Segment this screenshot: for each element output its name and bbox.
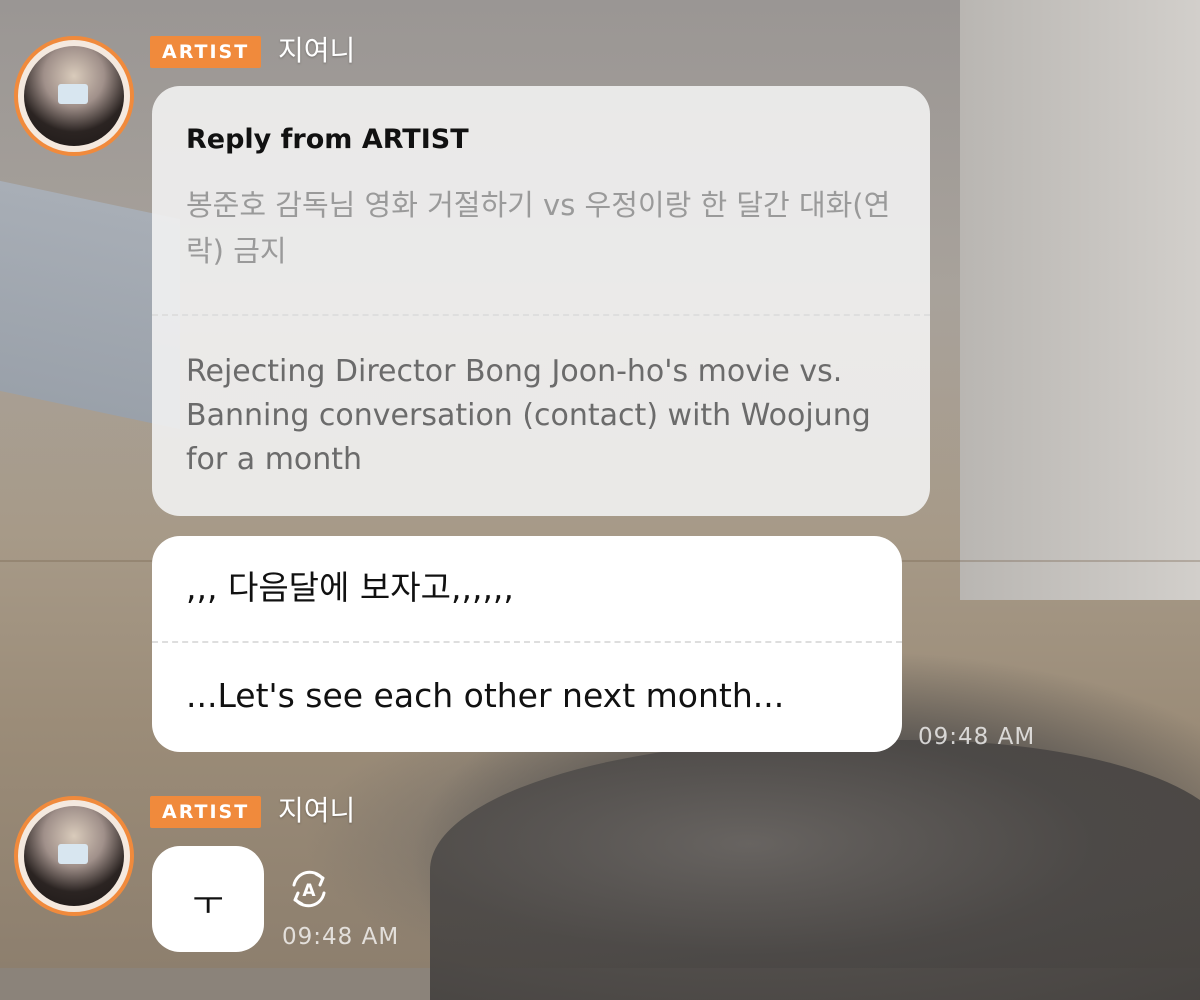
reply-title: Reply from ARTIST — [186, 124, 469, 155]
message-bubble[interactable]: ㅜ — [152, 846, 264, 952]
artist-badge: ARTIST — [150, 36, 262, 68]
message-timestamp: 09:48 AM — [918, 724, 1036, 750]
avatar[interactable] — [14, 796, 134, 916]
artist-name: 지여니 — [278, 794, 356, 827]
translate-icon[interactable]: A — [286, 866, 332, 912]
reply-bubble[interactable]: Reply from ARTIST 봉준호 감독님 영화 거절하기 vs 우정이… — [152, 86, 930, 516]
reply-translation-text: Rejecting Director Bong Joon-ho's movie … — [186, 354, 871, 477]
message-divider — [152, 641, 902, 643]
artist-badge: ARTIST — [150, 796, 262, 828]
svg-text:A: A — [302, 881, 316, 901]
background-cat — [430, 740, 1200, 1000]
message-translation: ...Let's see each other next month... — [186, 676, 785, 715]
message-text: ㅜ — [192, 884, 224, 924]
artist-name: 지여니 — [278, 34, 356, 67]
message-text: ,,, 다음달에 보자고,,,,,, — [186, 568, 514, 607]
reply-original-text: 봉준호 감독님 영화 거절하기 vs 우정이랑 한 달간 대화(연락) 금지 — [186, 188, 891, 268]
avatar-phone-detail — [58, 84, 88, 104]
avatar[interactable] — [14, 36, 134, 156]
message-timestamp: 09:48 AM — [282, 924, 400, 950]
message-bubble[interactable]: ,,, 다음달에 보자고,,,,,, ...Let's see each oth… — [152, 536, 902, 752]
avatar-phone-detail — [58, 844, 88, 864]
reply-divider — [152, 314, 930, 316]
background-wall — [960, 0, 1200, 600]
